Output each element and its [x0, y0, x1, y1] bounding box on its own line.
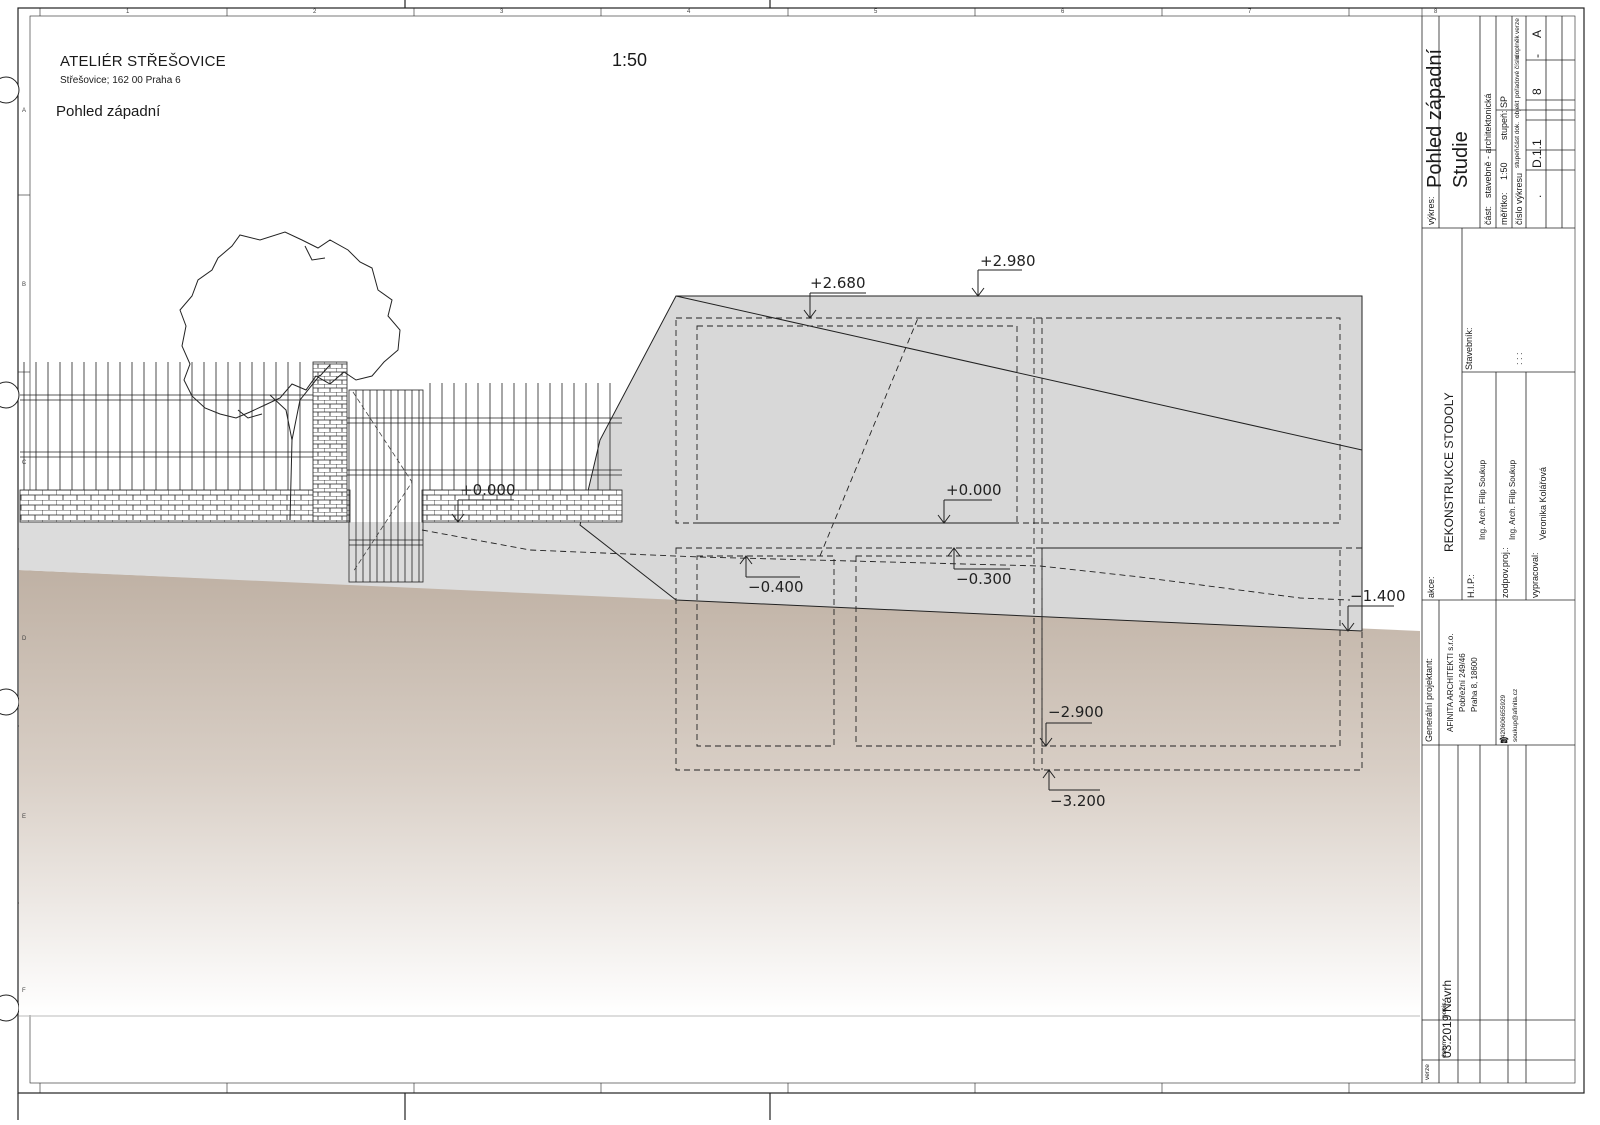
elevation-label: +0.000	[460, 481, 516, 499]
soil-area	[19, 570, 1420, 1015]
grid-col-label: 4	[687, 9, 691, 15]
grid-row-label: F	[22, 988, 26, 994]
tb-drawing-subtitle: Studie	[1450, 131, 1472, 188]
elevation-label: +0.000	[946, 481, 1002, 499]
binding-holes	[0, 76, 20, 1022]
tb-general-city: Praha 8, 18600	[1470, 657, 1479, 712]
tb-drawn-label: vypracoval:	[1530, 552, 1540, 598]
drawing-scale: 1:50	[612, 50, 648, 70]
tb-stage-label: stupeň:	[1499, 110, 1509, 140]
tb-hip-value: Ing. Arch. Filip Soukup	[1478, 459, 1487, 540]
tb-hip-label: H.I.P.:	[1466, 574, 1476, 598]
grid-row-label: E	[22, 814, 27, 820]
tb-tiny-label: objekt	[1514, 100, 1521, 118]
grid-col-label: 6	[1061, 9, 1065, 15]
tb-drawing-title: Pohled západní	[1424, 48, 1446, 188]
elevation-label: −3.200	[1050, 792, 1106, 810]
elevation-label: −0.400	[748, 578, 804, 596]
phone-icon: ☎	[1499, 736, 1509, 745]
tb-scale-value: 1:50	[1499, 162, 1509, 180]
tb-tiny-label: stupeň	[1514, 148, 1521, 168]
grid-col-label: 8	[1434, 9, 1438, 15]
tb-number-prefix: .	[1530, 194, 1544, 198]
tb-rev-date: 03.2019	[1440, 1014, 1454, 1058]
tb-version-dash: -	[1530, 54, 1544, 58]
grid-row-label: D	[22, 636, 27, 642]
tb-resp-value: Ing. Arch. Filip Soukup	[1508, 459, 1517, 540]
elevation-drawing	[0, 0, 1585, 1120]
tb-rev-desc: Návrh	[1440, 979, 1454, 1012]
grid-col-label: 3	[500, 9, 504, 15]
tb-number-label: číslo výkresu	[1514, 172, 1524, 225]
grid-col-label: 5	[874, 9, 878, 15]
elevation-label: +2.980	[980, 252, 1036, 270]
tb-resp-label: zodpov.proj.:	[1500, 547, 1510, 598]
tb-tiny-label: verze	[1514, 18, 1521, 34]
tb-rev-version-label: verze	[1424, 1064, 1431, 1080]
tb-action-label: akce:	[1426, 576, 1436, 598]
grid-col-label: 7	[1248, 9, 1252, 15]
elevation-label: −0.300	[956, 570, 1012, 588]
tree	[179, 231, 401, 521]
tb-general-label: Generální projektant:	[1424, 657, 1434, 742]
tb-action-value: REKONSTRUKCE STODOLY	[1442, 392, 1456, 552]
tb-investor-colons: : : :	[1514, 352, 1524, 365]
elevation-label: −1.400	[1350, 587, 1406, 605]
tb-investor-label: Stavebník:	[1464, 327, 1474, 370]
tb-stage-value: SP	[1499, 95, 1509, 108]
view-title: Pohled západní	[56, 103, 161, 120]
firm-address: Střešovice; 162 00 Praha 6	[60, 75, 181, 86]
grid-col-label: 2	[313, 9, 317, 15]
tb-version-value: A	[1530, 29, 1544, 38]
grid-col-label: 1	[126, 9, 130, 15]
tb-general-street: Pobřežní 249/46	[1458, 653, 1467, 712]
elevation-label: +2.680	[810, 274, 866, 292]
tb-tiny-label: část dok.	[1514, 121, 1521, 148]
tb-general-name: AFINITA ARCHITEKTI s.r.o.	[1446, 633, 1455, 732]
grid-row-label: A	[22, 108, 27, 114]
tb-number-value: D.1.1	[1530, 139, 1544, 168]
elevation-label: −2.900	[1048, 703, 1104, 721]
tb-tiny-label: pořadové číslo	[1514, 55, 1521, 98]
firm-name: ATELIÉR STŘEŠOVICE	[60, 53, 226, 70]
tb-part-value: stavebně - architektonická	[1483, 93, 1493, 198]
drawing-sheet: ATELIÉR STŘEŠOVICE Střešovice; 162 00 Pr…	[0, 0, 1600, 1120]
tb-drawn-value: Veronika Kolářová	[1538, 466, 1548, 540]
tb-sheet-value: 8	[1530, 88, 1544, 95]
grid-row-label: C	[22, 460, 27, 466]
tb-drawing-label: výkres:	[1426, 196, 1436, 225]
tb-scale-label: měřítko:	[1499, 192, 1509, 225]
tb-tiny-label: doplněk	[1514, 35, 1521, 58]
grid-row-label: B	[22, 282, 27, 288]
tb-email: soukup@afinita.cz	[1512, 688, 1519, 742]
tb-part-label: část:	[1483, 205, 1493, 225]
tb-phone: +420606655929	[1500, 694, 1507, 742]
